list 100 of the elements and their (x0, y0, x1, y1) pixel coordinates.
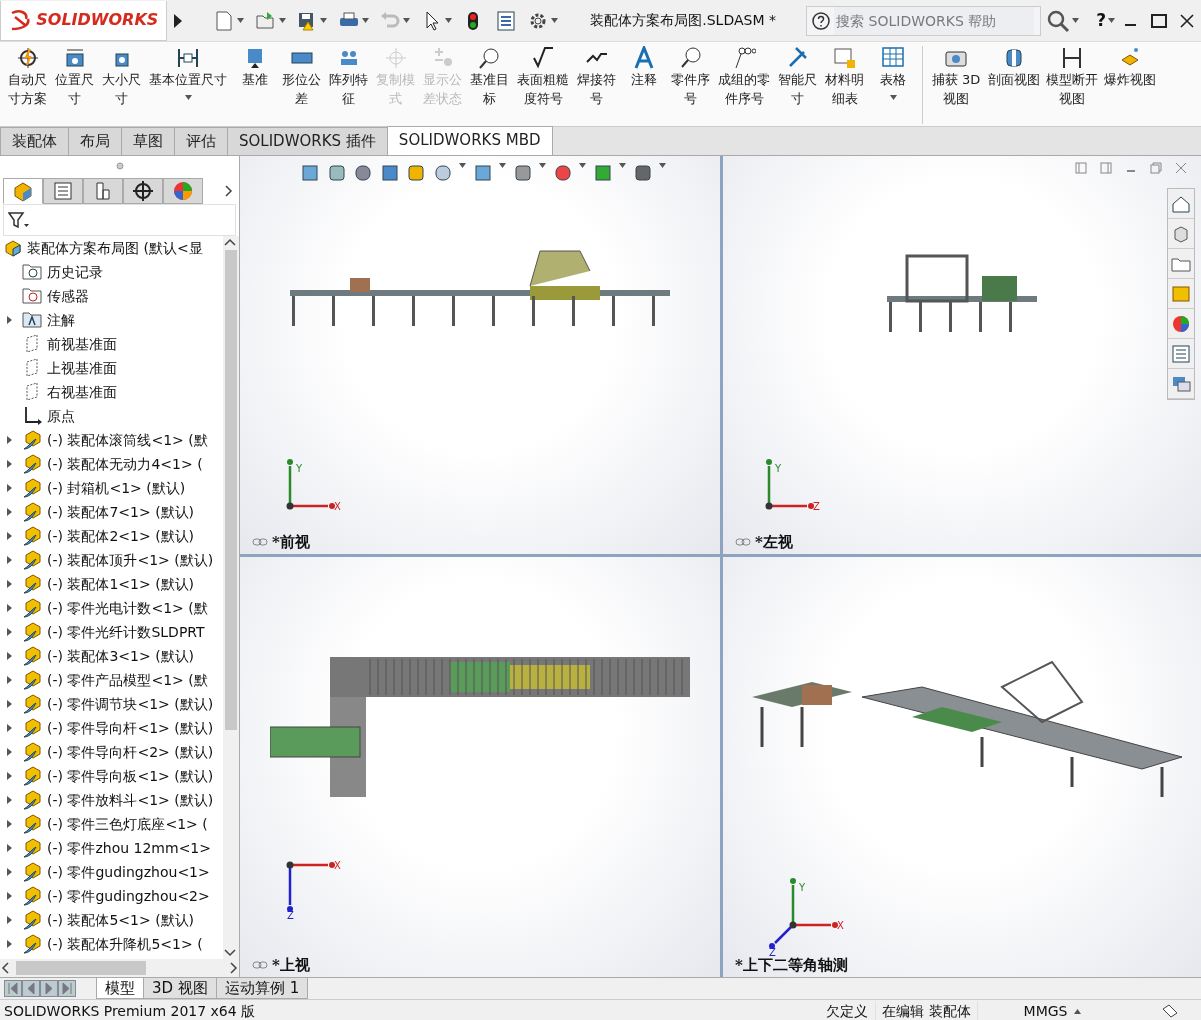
expand-arrow-icon[interactable] (6, 507, 14, 517)
filter-icon[interactable] (7, 211, 30, 229)
caret-icon[interactable] (1108, 18, 1115, 23)
caret-icon[interactable] (361, 18, 369, 23)
tree-item[interactable]: (-) 零件三色灯底座<1> ( (47, 813, 208, 835)
tree-item[interactable]: 装配体方案布局图 (默认<显 (27, 237, 203, 259)
toolbar-button[interactable]: 形位公差 (278, 46, 325, 126)
tree-item[interactable]: (-) 零件导向杆<2> (默认) (47, 741, 214, 763)
search-icon[interactable] (1046, 8, 1071, 33)
expand-arrow-icon[interactable] (6, 459, 14, 469)
expand-arrow-icon[interactable] (6, 699, 14, 709)
list-icon[interactable] (1171, 343, 1191, 364)
tree-item[interactable]: 原点 (47, 405, 75, 427)
ribbon-tab[interactable]: SOLIDWORKS MBD (386, 126, 553, 155)
chevron-right-icon[interactable] (225, 185, 234, 197)
toolbar-button[interactable]: 焊接符号 (573, 46, 620, 126)
next-icon[interactable] (40, 980, 58, 997)
tree-item[interactable]: (-) 零件光电计数<1> (默 (47, 597, 208, 619)
tile-right-icon[interactable] (1100, 162, 1112, 174)
expand-arrow-icon[interactable] (6, 627, 14, 637)
expand-arrow-icon[interactable] (6, 843, 14, 853)
tree-item[interactable]: (-) 零件zhou 12mm<1> (47, 837, 211, 859)
caret-icon[interactable] (320, 18, 328, 23)
caret-icon[interactable] (403, 18, 411, 23)
scroll-up-icon[interactable] (223, 236, 237, 248)
crosshair-icon[interactable] (132, 180, 155, 202)
list-icon[interactable] (494, 9, 517, 32)
toolbar-button[interactable]: 自动尺寸方案 (4, 46, 51, 126)
expand-arrow-icon[interactable] (6, 675, 14, 685)
tree-item[interactable]: (-) 零件导向板<1> (默认) (47, 765, 214, 787)
tree-item[interactable]: 右视基准面 (47, 381, 117, 403)
caret-icon[interactable] (579, 162, 586, 168)
scrollbar-thumb[interactable] (16, 961, 146, 975)
tree-item[interactable]: (-) 装配体滚筒线<1> (默 (47, 429, 208, 451)
ribbon-tab[interactable]: SOLIDWORKS 插件 (227, 127, 388, 155)
tree-item[interactable]: (-) 封箱机<1> (默认) (47, 477, 186, 499)
maximize-icon[interactable] (1150, 11, 1168, 30)
expand-arrow-icon[interactable] (6, 555, 14, 565)
help-menu[interactable]: ? (1096, 7, 1106, 34)
expand-arrow-icon[interactable] (6, 819, 14, 829)
toolbar-button[interactable]: 表面粗糙度符号 (513, 46, 573, 126)
expand-arrow-icon[interactable] (6, 651, 14, 661)
toolbar-button[interactable]: 智能尺寸 (774, 46, 821, 126)
tree-item[interactable]: 前视基准面 (47, 333, 117, 355)
caret-icon[interactable] (459, 162, 466, 168)
tree-item[interactable]: 上视基准面 (47, 357, 117, 379)
tree-item[interactable]: (-) 零件导向杆<1> (默认) (47, 717, 214, 739)
caret-icon[interactable] (619, 162, 626, 168)
caret-icon[interactable] (237, 18, 245, 23)
part-tree-icon[interactable] (12, 180, 35, 202)
expand-arrow-icon[interactable] (6, 891, 14, 901)
first-icon[interactable] (4, 980, 22, 997)
toolbar-button[interactable]: 零件序号 (667, 46, 714, 126)
tree-item[interactable]: (-) 零件gudingzhou<1> (47, 861, 210, 883)
tree-item[interactable]: (-) 零件gudingzhou<2> (47, 885, 210, 907)
toolbar-button[interactable]: 基准目标 (466, 46, 513, 126)
caret-icon[interactable] (444, 18, 452, 23)
toolbar-button[interactable]: 材料明细表 (821, 46, 868, 126)
logo[interactable]: SOLIDWORKS (0, 0, 168, 41)
toolbar-button[interactable]: 大小尺寸 (98, 46, 145, 126)
toolbar-button[interactable]: 位置尺寸 (51, 46, 98, 126)
toolbar-button[interactable]: 捕获 3D 视图 (927, 46, 985, 126)
toolbar-button[interactable]: 阵列特征 (325, 46, 372, 126)
property-list-icon[interactable] (52, 180, 75, 202)
tree-item[interactable]: (-) 装配体顶升<1> (默认) (47, 549, 214, 571)
units-selector[interactable]: MMGS (1017, 1000, 1074, 1020)
expand-arrow-icon[interactable] (6, 915, 14, 925)
tree-item[interactable]: (-) 零件产品模型<1> (默 (47, 669, 208, 691)
tag-icon[interactable] (1161, 1003, 1179, 1019)
toolbar-button[interactable]: 成组的零件序号 (714, 46, 774, 126)
caret-icon[interactable] (659, 162, 666, 168)
caret-icon[interactable] (184, 95, 192, 100)
toolbar-button[interactable]: 剖面视图 (985, 46, 1043, 126)
expand-arrow-icon[interactable] (6, 939, 14, 949)
expand-arrow-icon[interactable] (6, 771, 14, 781)
scroll-left-icon[interactable] (0, 961, 12, 975)
caret-icon[interactable] (889, 95, 897, 100)
caret-icon[interactable] (539, 162, 546, 168)
toolbar-button[interactable]: 基准 (231, 46, 278, 126)
tree-item[interactable]: (-) 装配体无动力4<1> ( (47, 453, 203, 475)
tile-left-icon[interactable] (1075, 162, 1087, 174)
toolbar-button[interactable]: 表格 (868, 46, 918, 126)
splitter-handle-icon[interactable] (115, 162, 124, 170)
ribbon-tab[interactable]: 装配体 (0, 127, 69, 155)
tree-item[interactable]: 注解 (47, 309, 75, 331)
tree-item[interactable]: (-) 装配体3<1> (默认) (47, 645, 195, 667)
model-tab[interactable]: 模型 (96, 978, 144, 999)
ribbon-tab[interactable]: 草图 (121, 127, 175, 155)
expand-arrow-icon[interactable] (6, 723, 14, 733)
tree-item[interactable]: (-) 装配体升降机5<1> ( (47, 933, 203, 955)
caret-icon[interactable] (278, 18, 286, 23)
close-icon[interactable] (1178, 11, 1196, 30)
expand-arrow-icon[interactable] (6, 435, 14, 445)
color-wheel-icon[interactable] (1171, 313, 1191, 334)
expand-arrow-icon[interactable] (6, 531, 14, 541)
expand-arrow-icon[interactable] (6, 579, 14, 589)
toolbar-button[interactable]: 注释 (620, 46, 667, 126)
scroll-right-icon[interactable] (227, 961, 239, 975)
scroll-down-icon[interactable] (223, 947, 237, 959)
ribbon-tab[interactable]: 评估 (174, 127, 228, 155)
